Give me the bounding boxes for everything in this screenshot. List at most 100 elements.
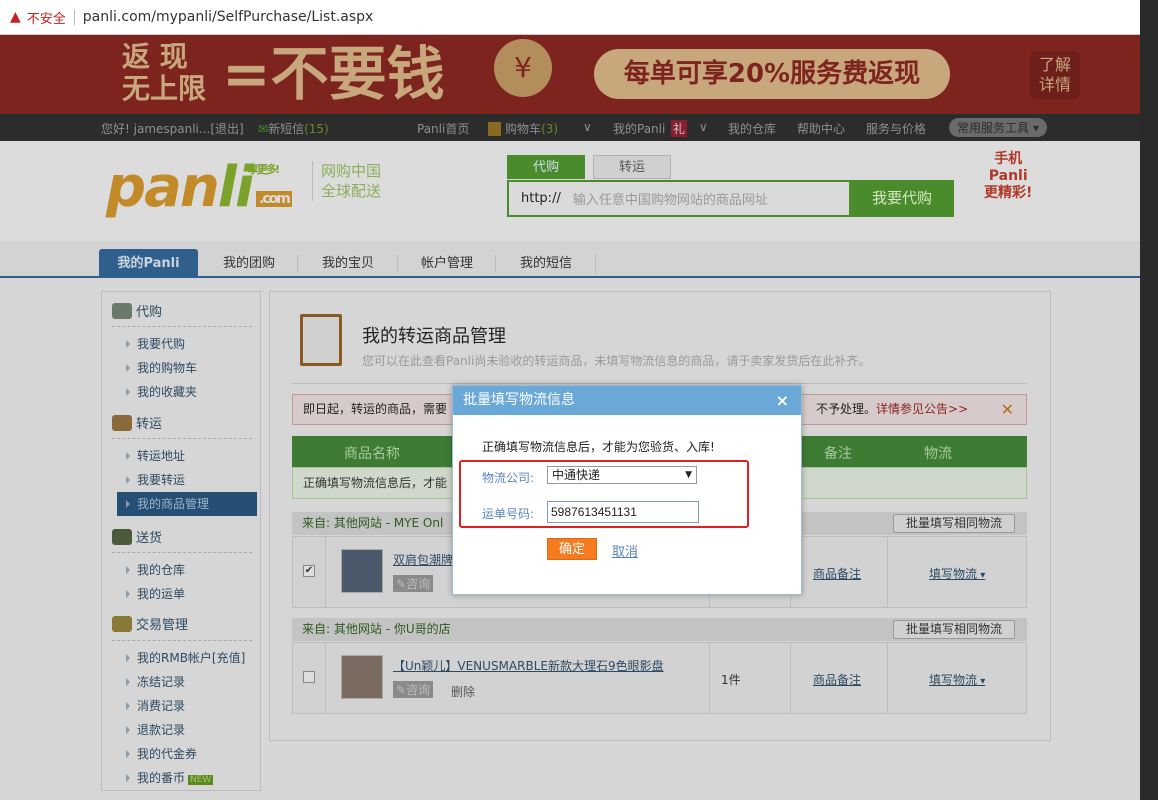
group-label: 代购 bbox=[136, 301, 162, 320]
search-button[interactable]: 我要代购 bbox=[850, 180, 954, 217]
sidebar-item[interactable]: 我的收藏夹 bbox=[117, 380, 257, 404]
shop-name: 来自: 其他网站 - 你U哥的店 bbox=[302, 622, 451, 636]
dialog-message: 正确填写物流信息后，才能为您验货、入库! bbox=[482, 438, 715, 455]
notice-link[interactable]: 详情参见公告>> bbox=[876, 402, 968, 416]
tab-group-buy[interactable]: 我的团购 bbox=[200, 249, 298, 278]
cancel-link[interactable]: 取消 bbox=[612, 541, 638, 560]
product-thumbnail[interactable] bbox=[341, 655, 383, 699]
tab-zhuanyun[interactable]: 转运 bbox=[593, 155, 671, 179]
product-link[interactable]: 双肩包潮牌 bbox=[393, 551, 453, 568]
tab-my-panli[interactable]: 我的Panli bbox=[99, 249, 198, 278]
divider bbox=[74, 9, 75, 25]
cart-link[interactable]: ▮▮ 购物车(3) bbox=[488, 120, 558, 137]
sidebar-item[interactable]: 我的仓库 bbox=[117, 558, 257, 582]
tab-daigou[interactable]: 代购 bbox=[507, 155, 585, 179]
group-label: 交易管理 bbox=[136, 614, 188, 633]
group-label: 送货 bbox=[136, 527, 162, 546]
panli-logo[interactable]: panli享更多!.com bbox=[106, 155, 252, 220]
divider bbox=[112, 326, 252, 327]
security-label[interactable]: 不安全 bbox=[27, 8, 66, 27]
house-icon bbox=[112, 303, 132, 319]
notice-text: 即日起，转运的商品，需要 bbox=[303, 402, 447, 416]
tab-my-items[interactable]: 我的宝贝 bbox=[298, 249, 398, 278]
banner-more-button[interactable]: 了解详情 bbox=[1030, 51, 1080, 99]
mobile-text-2: Panli bbox=[984, 168, 1032, 185]
pencil-icon bbox=[112, 616, 132, 632]
sidebar-item[interactable]: 转运地址 bbox=[117, 444, 257, 468]
search-placeholder: 输入任意中国购物网站的商品网址 bbox=[573, 189, 768, 208]
slogan-2: 全球配送 bbox=[321, 181, 381, 201]
tab-label: 我的短信 bbox=[520, 256, 572, 271]
sidebar-group-jiaoyi: 交易管理 bbox=[112, 614, 188, 633]
mail-icon: ✉ bbox=[258, 122, 268, 136]
promo-banner[interactable]: 返 现无上限 =不要钱 ¥ 每单可享20%服务费返现 了解详情 bbox=[0, 35, 1140, 114]
notice-tail-text: 不予处理。 bbox=[816, 402, 876, 416]
fill-logistics-link[interactable]: 填写物流 bbox=[929, 565, 985, 582]
ask-button[interactable]: ✎咨询 bbox=[393, 575, 433, 592]
pricing-link[interactable]: 服务与价格 bbox=[866, 120, 926, 137]
sidebar-item[interactable]: 退款记录 bbox=[117, 718, 257, 742]
warehouse-link[interactable]: 我的仓库 bbox=[728, 120, 776, 137]
fill-logistics-link[interactable]: 填写物流 bbox=[929, 671, 985, 688]
tools-dropdown[interactable]: 常用服务工具 ▾ bbox=[949, 118, 1047, 137]
slogan-1: 网购中国 bbox=[321, 161, 381, 181]
close-icon[interactable]: × bbox=[776, 386, 789, 415]
page-title: 我的转运商品管理 bbox=[362, 322, 506, 348]
mypanli-link[interactable]: 我的Panli bbox=[613, 120, 665, 137]
batch-fill-button[interactable]: 批量填写相同物流 bbox=[893, 514, 1015, 533]
messages-link[interactable]: ✉新短信(15) bbox=[258, 120, 329, 137]
tab-label: 我的团购 bbox=[223, 256, 275, 271]
sidebar-item[interactable]: 我的运单 bbox=[117, 582, 257, 606]
confirm-button[interactable]: 确定 bbox=[547, 538, 597, 560]
sidebar-item[interactable]: 消费记录 bbox=[117, 694, 257, 718]
shop-header: 来自: 其他网站 - 你U哥的店 批量填写相同物流 bbox=[292, 618, 1027, 641]
url-text[interactable]: panli.com/mypanli/SelfPurchase/List.aspx bbox=[83, 9, 374, 25]
sidebar-group-zhuanyun: 转运 bbox=[112, 413, 162, 432]
home-link[interactable]: Panli首页 bbox=[417, 120, 469, 137]
sidebar-item[interactable]: 我的番币NEW bbox=[117, 766, 257, 790]
sidebar-item[interactable]: 我要代购 bbox=[117, 332, 257, 356]
sidebar-item[interactable]: 我的代金券 bbox=[117, 742, 257, 766]
logo-tag: 享更多! bbox=[248, 161, 308, 177]
divider bbox=[112, 640, 252, 641]
memo-link[interactable]: 商品备注 bbox=[813, 671, 861, 688]
messages-label: 新短信 bbox=[268, 122, 304, 136]
sidebar-item[interactable]: 我的购物车 bbox=[117, 356, 257, 380]
memo-link[interactable]: 商品备注 bbox=[813, 565, 861, 582]
company-select[interactable]: 中通快递▼ bbox=[547, 466, 697, 484]
coin-icon: ¥ bbox=[494, 39, 552, 97]
ask-button[interactable]: ✎咨询 bbox=[393, 681, 433, 698]
col-logistics: 物流 bbox=[924, 443, 952, 463]
dialog-title: 批量填写物流信息 bbox=[463, 392, 575, 408]
delete-link[interactable]: 删除 bbox=[451, 683, 475, 700]
tracking-number-input[interactable] bbox=[547, 501, 699, 523]
divider bbox=[292, 383, 1027, 384]
product-link[interactable]: 【Un颖儿】VENUSMARBLE新款大理石9色眼影盘 bbox=[393, 657, 664, 674]
address-bar[interactable]: ▲ 不安全 panli.com/mypanli/SelfPurchase/Lis… bbox=[0, 0, 1140, 35]
mobile-promo[interactable]: 手机Panli更精彩! bbox=[984, 151, 1032, 202]
gift-badge[interactable]: 礼 bbox=[671, 120, 687, 137]
message-count: (15) bbox=[304, 122, 329, 136]
row-checkbox[interactable] bbox=[303, 671, 315, 683]
sidebar-item-active[interactable]: 我的商品管理 bbox=[117, 492, 257, 516]
divider bbox=[112, 552, 252, 553]
help-link[interactable]: 帮助中心 bbox=[797, 120, 845, 137]
group-label: 转运 bbox=[136, 413, 162, 432]
close-icon[interactable]: ✕ bbox=[1001, 395, 1014, 424]
sidebar-item[interactable]: 我的RMB帐户[充值] bbox=[117, 646, 257, 670]
tab-label: 我的宝贝 bbox=[322, 256, 374, 271]
batch-fill-button[interactable]: 批量填写相同物流 bbox=[893, 620, 1015, 639]
search-input[interactable]: http://输入任意中国购物网站的商品网址 bbox=[507, 180, 851, 217]
ask-label: 咨询 bbox=[406, 577, 430, 591]
sidebar-item[interactable]: 冻结记录 bbox=[117, 670, 257, 694]
greeting[interactable]: 您好! jamespanli...[退出] bbox=[101, 120, 244, 137]
tab-account[interactable]: 帐户管理 bbox=[398, 249, 496, 278]
row-checkbox[interactable]: ✔ bbox=[303, 565, 315, 577]
ask-label: 咨询 bbox=[406, 683, 430, 697]
chevron-down-icon[interactable]: ∨ bbox=[699, 120, 708, 134]
product-thumbnail[interactable] bbox=[341, 549, 383, 593]
tab-messages[interactable]: 我的短信 bbox=[496, 249, 596, 278]
sidebar-item[interactable]: 我要转运 bbox=[117, 468, 257, 492]
more-text-2: 详情 bbox=[1030, 75, 1080, 95]
chevron-down-icon[interactable]: ∨ bbox=[583, 120, 592, 134]
